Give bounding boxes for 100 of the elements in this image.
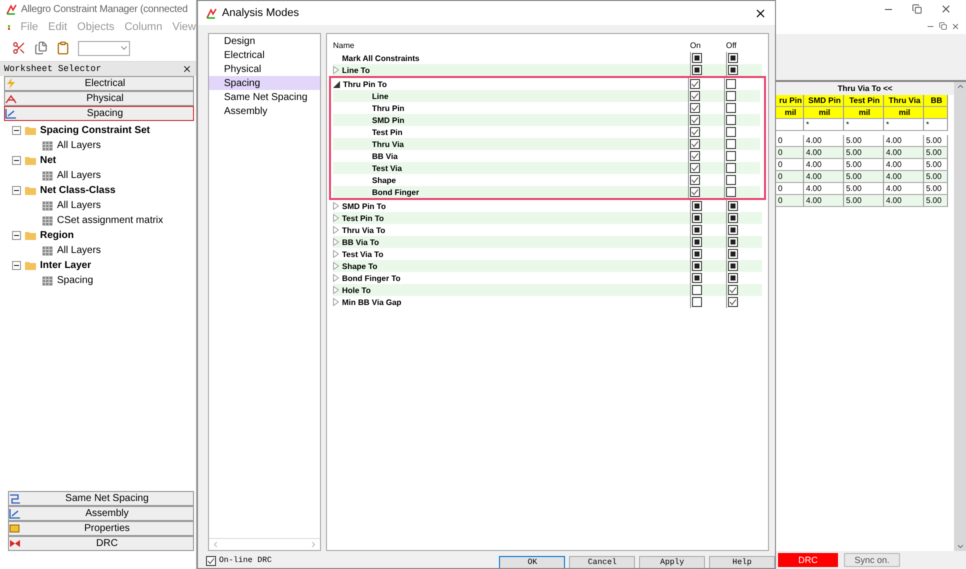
tree-item[interactable]: Net [40,155,56,166]
checkbox[interactable] [726,139,736,149]
checkbox[interactable] [728,297,738,307]
checkbox[interactable] [728,261,738,271]
scroll-up-icon[interactable] [956,82,964,91]
category-item[interactable]: Physical [209,62,320,76]
checkbox[interactable] [726,187,736,197]
online-drc-checkbox[interactable]: On-line DRC [206,556,496,566]
checkbox[interactable] [692,285,702,295]
checkbox[interactable] [690,103,700,113]
worksheet-tab[interactable]: Spacing [4,106,194,121]
checkbox[interactable] [690,79,700,89]
worksheet-tab[interactable]: Electrical [4,76,194,91]
tree-item[interactable]: Spacing Constraint Set [40,125,150,136]
checkbox[interactable] [692,237,702,247]
checkbox[interactable] [728,213,738,223]
collapse-icon[interactable] [12,261,21,270]
tree-item[interactable]: Net Class-Class [40,185,116,196]
checkbox[interactable] [728,273,738,283]
dialog-button[interactable]: Cancel [569,556,636,568]
close-icon[interactable] [754,6,767,20]
checkbox[interactable] [206,556,216,566]
checkbox[interactable] [692,225,702,235]
tree-item[interactable]: Inter Layer [40,260,92,271]
checkbox[interactable] [692,53,702,63]
checkbox[interactable] [692,213,702,223]
worksheet-tab[interactable]: DRC [8,536,194,551]
checkbox[interactable] [692,297,702,307]
checkbox[interactable] [690,139,700,149]
worksheet-tab[interactable]: Same Net Spacing [8,491,194,506]
checkbox[interactable] [690,151,700,161]
collapse-icon[interactable] [12,186,21,195]
checkbox[interactable] [728,285,738,295]
tree-item[interactable]: All Layers [57,200,101,211]
checkbox[interactable] [728,65,738,75]
close-icon[interactable] [182,64,192,74]
worksheet-tab[interactable]: Properties [8,521,194,536]
checkbox[interactable] [726,175,736,185]
collapse-icon[interactable] [12,126,21,135]
checkbox[interactable] [726,79,736,89]
checkbox[interactable] [726,127,736,137]
tree-item[interactable]: Region [40,230,74,241]
grid-icon [42,140,53,150]
cut-icon[interactable] [12,41,26,55]
checkbox[interactable] [690,91,700,101]
close-icon[interactable] [951,22,960,30]
tree-item[interactable]: Spacing [57,275,94,286]
dropdown-field[interactable] [78,40,130,56]
tree-item[interactable]: CSet assignment matrix [57,215,164,226]
checkbox[interactable] [728,53,738,63]
category-item[interactable]: Assembly [209,104,320,118]
filter-cell[interactable]: * [884,119,924,131]
checkbox[interactable] [728,249,738,259]
drc-status[interactable]: DRC [778,553,838,567]
category-item[interactable]: Design [209,34,320,48]
checkbox[interactable] [692,273,702,283]
collapse-icon[interactable] [12,156,21,165]
checkbox[interactable] [726,103,736,113]
filter-cell[interactable]: * [844,119,884,131]
worksheet-tab[interactable]: Physical [4,91,194,106]
checkbox[interactable] [692,249,702,259]
close-icon[interactable] [940,3,952,15]
dialog-button[interactable]: OK [499,556,566,568]
checkbox[interactable] [692,65,702,75]
tree-item[interactable]: All Layers [57,245,101,256]
scrollbar[interactable] [954,82,966,551]
column-header: On [690,40,702,50]
worksheet-tab[interactable]: Assembly [8,506,194,521]
sync-status[interactable]: Sync on. [844,553,900,567]
checkbox[interactable] [690,175,700,185]
checkbox[interactable] [690,163,700,173]
category-item[interactable]: Spacing [209,76,320,90]
tree-item[interactable]: All Layers [57,170,101,181]
dialog-button[interactable]: Help [709,556,775,568]
copy-icon[interactable] [34,41,48,55]
collapse-icon[interactable] [12,231,21,240]
checkbox[interactable] [726,115,736,125]
tree-item[interactable]: All Layers [57,140,101,151]
filter-cell[interactable]: * [924,119,948,131]
collapse-arrow-icon[interactable] [333,80,340,88]
dialog-button[interactable]: Apply [639,556,706,568]
checkbox[interactable] [726,151,736,161]
checkbox[interactable] [726,163,736,173]
checkbox[interactable] [728,225,738,235]
restore-icon[interactable] [939,22,947,30]
checkbox[interactable] [690,127,700,137]
checkbox[interactable] [728,237,738,247]
restore-icon[interactable] [912,4,922,14]
checkbox[interactable] [690,115,700,125]
filter-cell[interactable]: * [804,119,844,131]
scroll-down-icon[interactable] [956,542,964,551]
paste-icon[interactable] [56,41,70,55]
checkbox[interactable] [692,201,702,211]
table-cell: 4.00 [884,159,924,171]
category-item[interactable]: Same Net Spacing [209,90,320,104]
checkbox[interactable] [726,91,736,101]
checkbox[interactable] [690,187,700,197]
checkbox[interactable] [692,261,702,271]
category-item[interactable]: Electrical [209,48,320,62]
checkbox[interactable] [728,201,738,211]
